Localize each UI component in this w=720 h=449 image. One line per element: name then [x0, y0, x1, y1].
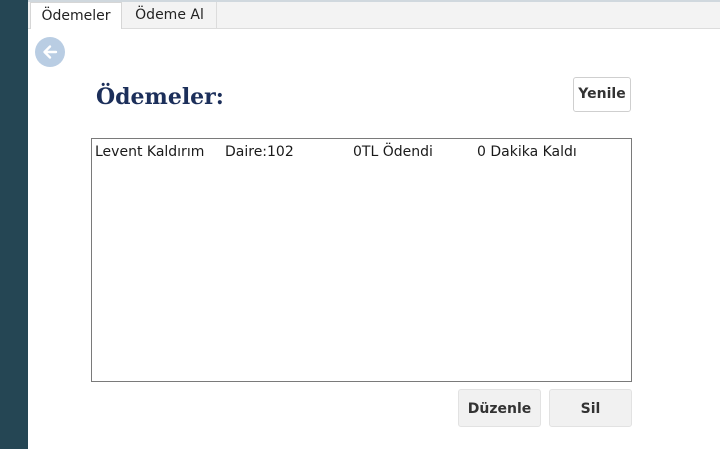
payment-unit: Daire:102	[225, 144, 294, 160]
page-title: Ödemeler:	[96, 84, 224, 110]
tab-odeme-al[interactable]: Ödeme Al	[123, 2, 217, 28]
refresh-button[interactable]: Yenile	[573, 77, 631, 112]
payment-remaining: 0 Dakika Kaldı	[477, 144, 577, 160]
back-button[interactable]	[35, 37, 65, 67]
tab-odemeler[interactable]: Ödemeler	[30, 2, 122, 30]
tab-bar: Ödemeler Ödeme Al	[28, 0, 720, 30]
top-border	[28, 0, 720, 2]
left-sidebar-strip	[0, 0, 28, 449]
list-item[interactable]: Levent Kaldırım Daire:102 0TL Ödendi 0 D…	[92, 142, 631, 162]
arrow-left-icon	[43, 45, 58, 59]
payment-amount: 0TL Ödendi	[353, 144, 433, 160]
payments-list[interactable]: Levent Kaldırım Daire:102 0TL Ödendi 0 D…	[91, 138, 632, 382]
edit-button[interactable]: Düzenle	[458, 389, 541, 427]
delete-button[interactable]: Sil	[549, 389, 632, 427]
payment-name: Levent Kaldırım	[95, 144, 205, 160]
